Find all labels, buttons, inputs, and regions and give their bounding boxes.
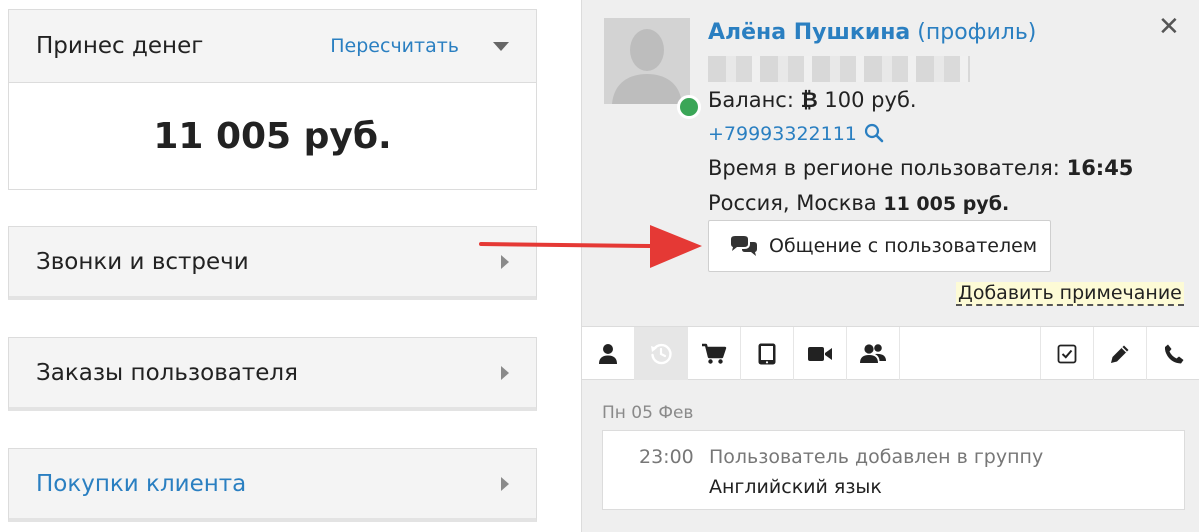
caret-down-icon[interactable] xyxy=(493,41,509,51)
location-amount: 11 005 руб. xyxy=(883,193,1010,215)
region-time-label: Время в регионе пользователя: xyxy=(708,156,1060,180)
online-status-indicator xyxy=(677,95,701,119)
cart-icon xyxy=(702,343,727,364)
section-user-orders[interactable]: Заказы пользователя xyxy=(8,337,537,411)
user-panel: ✕ Алёна Пушкина (профиль) Баланс: ₿ 100 … xyxy=(581,0,1199,532)
tab-phone[interactable] xyxy=(1147,327,1199,380)
history-icon xyxy=(651,343,672,364)
location-line: Россия, Москва 11 005 руб. xyxy=(708,191,1009,215)
tab-tablet[interactable] xyxy=(741,327,794,380)
tab-edit[interactable] xyxy=(1094,327,1147,380)
tab-video[interactable] xyxy=(794,327,847,380)
phone-line: +79993322111 xyxy=(708,121,884,145)
section-label: Заказы пользователя xyxy=(36,360,298,386)
user-name-line: Алёна Пушкина (профиль) xyxy=(708,20,1036,45)
money-amount: 11 005 руб. xyxy=(9,82,536,189)
phone-icon xyxy=(1164,344,1183,363)
search-icon[interactable] xyxy=(864,123,884,143)
caret-right-icon[interactable] xyxy=(501,366,509,380)
user-name[interactable]: Алёна Пушкина xyxy=(708,20,910,45)
event-detail: Английский язык xyxy=(709,476,882,498)
tab-group[interactable] xyxy=(847,327,900,380)
location-text: Россия, Москва xyxy=(708,191,877,215)
money-card: Принес денег Пересчитать 11 005 руб. xyxy=(8,9,537,190)
section-client-purchases[interactable]: Покупки клиента xyxy=(8,448,537,522)
avatar xyxy=(604,18,690,104)
group-icon xyxy=(860,343,886,363)
tablet-icon xyxy=(758,343,776,364)
user-silhouette-icon xyxy=(604,18,690,104)
region-time-line: Время в регионе пользователя: 16:45 xyxy=(708,156,1133,180)
caret-right-icon[interactable] xyxy=(501,255,509,269)
close-icon[interactable]: ✕ xyxy=(1158,14,1180,40)
blurred-email xyxy=(708,56,970,82)
tab-user[interactable] xyxy=(582,327,635,380)
video-icon xyxy=(808,346,832,361)
tab-history[interactable] xyxy=(635,327,688,380)
timeline-event: 23:00 Пользователь добавлен в группу Анг… xyxy=(602,430,1185,510)
caret-right-icon[interactable] xyxy=(501,477,509,491)
section-label: Звонки и встречи xyxy=(36,249,249,275)
chat-bubbles-icon xyxy=(731,236,757,256)
tab-tasks[interactable] xyxy=(1041,327,1094,380)
user-icon xyxy=(599,343,617,364)
event-time: 23:00 xyxy=(639,446,694,468)
profile-link[interactable]: (профиль) xyxy=(917,20,1036,45)
timeline-date: Пн 05 Фев xyxy=(602,403,694,423)
tab-cart[interactable] xyxy=(688,327,741,380)
pencil-icon xyxy=(1111,345,1129,363)
balance-label: Баланс: xyxy=(708,88,794,112)
section-label: Покупки клиента xyxy=(36,471,247,497)
bitcoin-icon: ₿ xyxy=(800,88,818,112)
region-time-value: 16:45 xyxy=(1066,156,1134,180)
phone-link[interactable]: +79993322111 xyxy=(708,123,857,145)
chat-button-label: Общение с пользователем xyxy=(769,235,1038,257)
event-text: Пользователь добавлен в группу xyxy=(709,446,1044,468)
checkbox-icon xyxy=(1057,344,1077,363)
money-card-header[interactable]: Принес денег Пересчитать xyxy=(9,10,536,82)
panel-tabs xyxy=(582,326,1199,380)
recalculate-link[interactable]: Пересчитать xyxy=(330,35,459,57)
balance-line: Баланс: ₿ 100 руб. xyxy=(708,88,917,113)
chat-with-user-button[interactable]: Общение с пользователем xyxy=(708,220,1051,272)
money-card-title: Принес денег xyxy=(36,33,204,59)
balance-value: 100 руб. xyxy=(824,88,917,112)
section-calls-meetings[interactable]: Звонки и встречи xyxy=(8,226,537,300)
add-note-link[interactable]: Добавить примечание xyxy=(956,282,1184,306)
tabs-spacer xyxy=(900,327,1041,379)
